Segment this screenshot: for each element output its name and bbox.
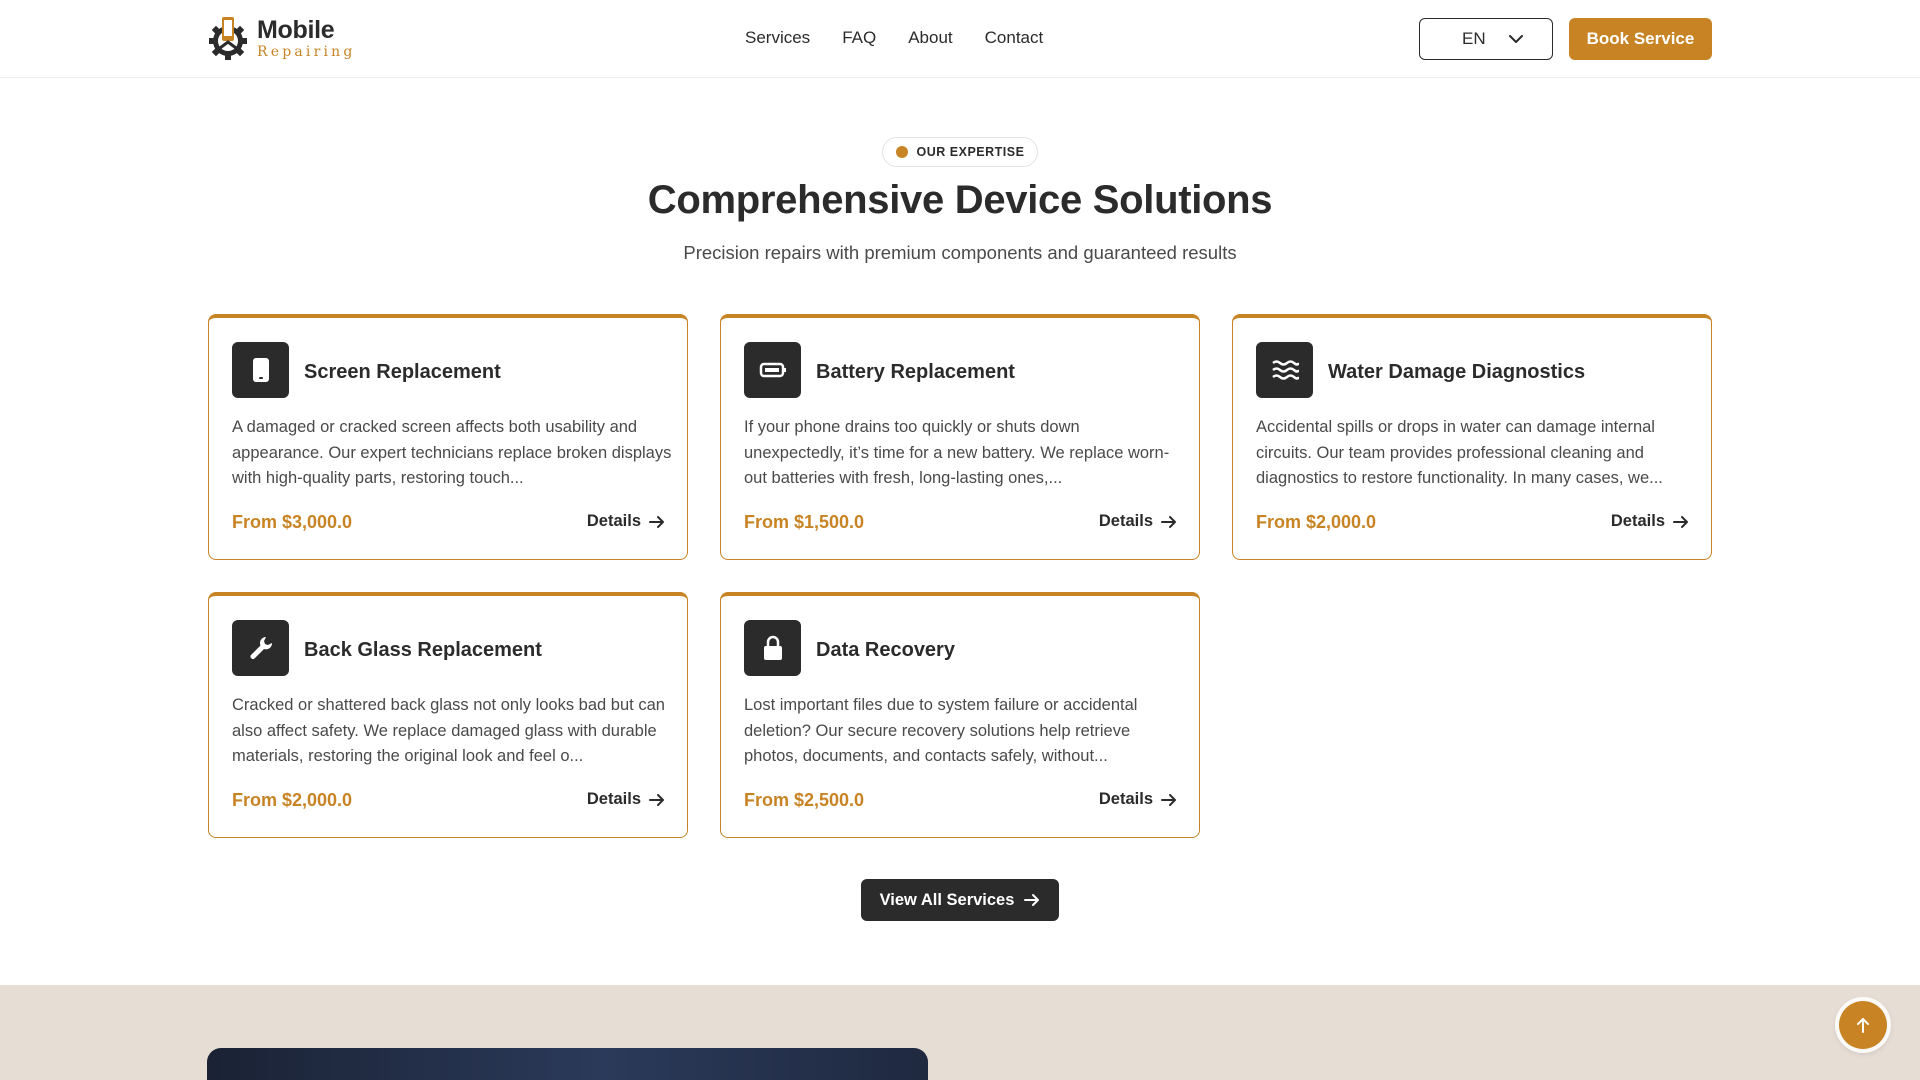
lock-icon	[744, 620, 801, 676]
service-title: Battery Replacement	[816, 361, 1015, 383]
water-icon	[1256, 342, 1313, 398]
technician-photo	[207, 1048, 928, 1080]
brand-title: Mobile	[257, 15, 335, 44]
scroll-to-top-button[interactable]	[1839, 1001, 1887, 1049]
arrow-right-icon	[1161, 793, 1176, 806]
main-nav: Services FAQ About Contact	[745, 28, 1043, 48]
service-card-battery[interactable]: Battery Replacement If your phone drains…	[720, 314, 1200, 560]
service-price: From $1,500.0	[744, 512, 865, 532]
arrow-right-icon	[1673, 515, 1688, 528]
arrow-right-icon	[649, 793, 664, 806]
phone-icon	[232, 342, 289, 398]
details-label: Details	[586, 512, 641, 530]
language-value: EN	[1462, 29, 1486, 48]
arrow-right-icon	[649, 515, 664, 528]
arrow-right-icon	[1024, 894, 1040, 906]
view-all-label: View All Services	[879, 890, 1015, 909]
service-price: From $2,000.0	[232, 790, 353, 810]
gear-phone-logo-icon	[207, 15, 249, 61]
book-service-button[interactable]: Book Service	[1569, 18, 1712, 60]
view-all-services-button[interactable]: View All Services	[861, 879, 1059, 921]
section-badge: OUR EXPERTISE	[882, 137, 1038, 167]
site-header: Mobile Repairing Services FAQ About Cont…	[0, 0, 1920, 78]
service-card-data-recovery[interactable]: Data Recovery Lost important files due t…	[720, 592, 1200, 838]
nav-item-services[interactable]: Services	[745, 28, 810, 48]
details-label: Details	[1610, 512, 1665, 530]
service-price: From $2,500.0	[744, 790, 865, 810]
chevron-down-icon	[1509, 35, 1523, 43]
service-description: Accidental spills or drops in water can …	[1256, 418, 1663, 487]
service-card-screen[interactable]: Screen Replacement A damaged or cracked …	[208, 314, 688, 560]
service-title: Water Damage Diagnostics	[1328, 361, 1586, 383]
service-price: From $3,000.0	[232, 512, 353, 532]
service-title: Screen Replacement	[304, 361, 501, 383]
details-label: Details	[1098, 790, 1153, 808]
service-description: A damaged or cracked screen affects both…	[232, 418, 672, 487]
brand-subtitle: Repairing	[257, 43, 356, 60]
nav-item-faq[interactable]: FAQ	[842, 28, 876, 48]
battery-icon	[744, 342, 801, 398]
details-label: Details	[1098, 512, 1153, 530]
badge-dot-icon	[895, 146, 908, 158]
nav-item-about[interactable]: About	[908, 28, 952, 48]
wrench-icon	[232, 620, 289, 676]
section-title: Comprehensive Device Solutions	[647, 178, 1273, 222]
arrow-right-icon	[1161, 515, 1176, 528]
service-card-water-damage[interactable]: Water Damage Diagnostics Accidental spil…	[1232, 314, 1712, 560]
details-label: Details	[586, 790, 641, 808]
service-price: From $2,000.0	[1256, 512, 1377, 532]
language-select[interactable]: EN	[1419, 18, 1553, 60]
service-description: Cracked or shattered back glass not only…	[232, 696, 665, 765]
nav-item-contact[interactable]: Contact	[985, 28, 1044, 48]
arrow-up-icon	[1857, 1018, 1869, 1033]
service-description: If your phone drains too quickly or shut…	[744, 418, 1170, 487]
details-link[interactable]: Details	[1099, 512, 1177, 531]
details-link[interactable]: Details	[1611, 512, 1689, 531]
service-title: Data Recovery	[816, 639, 955, 661]
details-link[interactable]: Details	[587, 512, 665, 531]
badge-label: OUR EXPERTISE	[916, 145, 1025, 159]
details-link[interactable]: Details	[587, 790, 665, 809]
brand-logo[interactable]: Mobile Repairing	[207, 14, 356, 62]
service-title: Back Glass Replacement	[304, 639, 542, 661]
details-link[interactable]: Details	[1099, 790, 1177, 809]
service-description: Lost important files due to system failu…	[744, 696, 1138, 765]
section-subtitle: Precision repairs with premium component…	[683, 242, 1237, 263]
service-card-back-glass[interactable]: Back Glass Replacement Cracked or shatte…	[208, 592, 688, 838]
